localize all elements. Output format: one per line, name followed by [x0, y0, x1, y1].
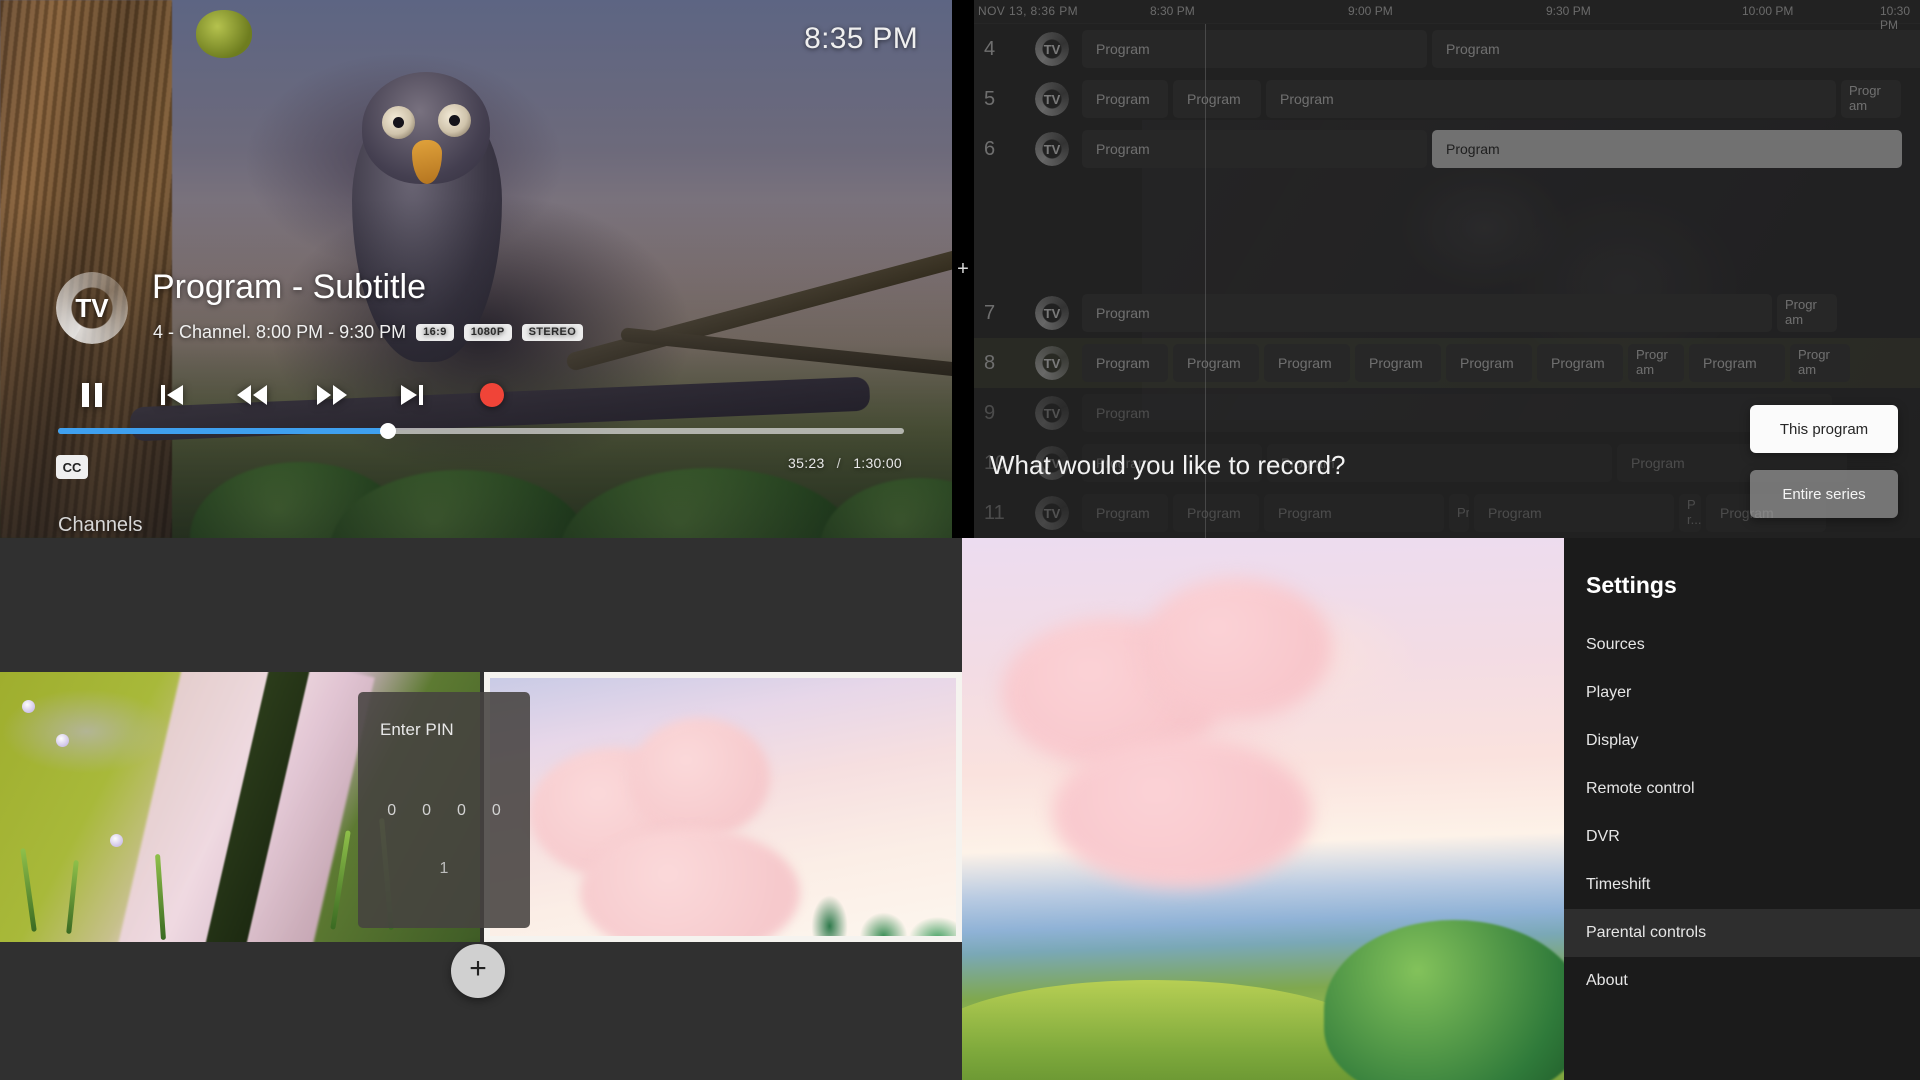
rewind-button[interactable]: [212, 372, 292, 418]
thumb1-flower-2: [56, 734, 69, 747]
bg-cloud-2: [1142, 578, 1332, 718]
player-transport-controls: [52, 372, 532, 418]
seek-thumb-handle[interactable]: [379, 423, 396, 439]
settings-background-preview: [962, 538, 1584, 1080]
settings-menu: Settings Sources Player Display Remote cont…: [1564, 538, 1920, 1080]
scene-owl-eye-left: [382, 106, 415, 139]
seek-progress-fill: [58, 428, 388, 434]
scene-acorn: [196, 10, 252, 58]
elapsed-time: 35:23: [788, 455, 825, 471]
thumb2-treeline: [790, 870, 956, 936]
pin-digit[interactable]: 0: [492, 802, 501, 820]
player-clock: 8:35 PM: [804, 22, 918, 55]
settings-item-parental-controls[interactable]: Parental controls: [1564, 909, 1920, 957]
gallery-add-button[interactable]: +: [451, 944, 505, 998]
player-program-meta: 4 - Channel. 8:00 PM - 9:30 PM 16:9 1080…: [153, 322, 584, 343]
settings-item-player[interactable]: Player: [1564, 669, 1920, 717]
video-player-panel: 8:35 PM TV Program - Subtitle 4 - Channe…: [0, 0, 962, 538]
pin-digit[interactable]: 0: [422, 802, 431, 820]
settings-panel: Settings Sources Player Display Remote cont…: [962, 538, 1920, 1080]
timecode-separator: /: [836, 455, 841, 471]
fast-forward-button[interactable]: [292, 372, 372, 418]
pin-digit[interactable]: 0: [457, 802, 466, 820]
player-program-title: Program - Subtitle: [152, 268, 426, 306]
settings-title: Settings: [1586, 572, 1677, 598]
player-overlay-scrim: [0, 198, 962, 538]
settings-item-sources[interactable]: Sources: [1564, 621, 1920, 669]
panel-split-handle[interactable]: +: [952, 0, 974, 538]
settings-item-list: Sources Player Display Remote control DVR Tim…: [1564, 621, 1920, 1005]
thumb1-flower-3: [110, 834, 123, 847]
pin-key-hint[interactable]: 1: [358, 860, 530, 878]
seek-bar[interactable]: [58, 423, 904, 439]
thumb1-grass-2: [66, 859, 79, 935]
record-button[interactable]: [452, 372, 532, 418]
player-timecodes: 35:23 / 1:30:00: [788, 455, 902, 471]
settings-item-about[interactable]: About: [1564, 957, 1920, 1005]
scene-owl-eye-right: [438, 104, 471, 137]
pin-dialog-title: Enter PIN: [380, 720, 454, 739]
record-this-program-button[interactable]: This program: [1750, 405, 1898, 453]
settings-item-dvr[interactable]: DVR: [1564, 813, 1920, 861]
plus-icon: +: [957, 257, 969, 280]
badge-audio: STEREO: [521, 324, 584, 341]
thumb1-grass-1: [20, 848, 37, 932]
pin-digit[interactable]: 0: [387, 802, 396, 820]
app-root: 8:35 PM TV Program - Subtitle 4 - Channe…: [0, 0, 1920, 1080]
bg-hedge: [1324, 920, 1584, 1080]
badge-aspect-ratio: 16:9: [416, 324, 454, 341]
settings-item-remote-control[interactable]: Remote control: [1564, 765, 1920, 813]
channels-label[interactable]: Channels: [58, 514, 143, 537]
settings-item-display[interactable]: Display: [1564, 717, 1920, 765]
record-dot-icon: [480, 383, 504, 407]
bg-hill: [962, 980, 1382, 1080]
thumb2-cloud-3: [580, 828, 800, 936]
badge-resolution: 1080P: [463, 324, 512, 341]
next-button[interactable]: [372, 372, 452, 418]
channel-logo-label: TV: [75, 292, 109, 323]
previous-button[interactable]: [132, 372, 212, 418]
pause-button[interactable]: [52, 372, 132, 418]
closed-captions-button[interactable]: CC: [56, 455, 88, 479]
enter-pin-dialog: Enter PIN 0 0 0 0 1: [358, 692, 530, 928]
thumb1-flower-1: [22, 700, 35, 713]
record-entire-series-button[interactable]: Entire series: [1750, 470, 1898, 518]
total-duration: 1:30:00: [853, 455, 902, 471]
bg-cloud-3: [1052, 738, 1312, 888]
gallery-top-spacer: [0, 538, 962, 672]
gallery-thumbnail-2[interactable]: [484, 672, 962, 942]
pin-digit-fields[interactable]: 0 0 0 0: [358, 802, 530, 820]
thumb2-cloud-2: [630, 718, 770, 838]
settings-item-timeshift[interactable]: Timeshift: [1564, 861, 1920, 909]
player-program-meta-text: 4 - Channel. 8:00 PM - 9:30 PM: [153, 322, 407, 342]
